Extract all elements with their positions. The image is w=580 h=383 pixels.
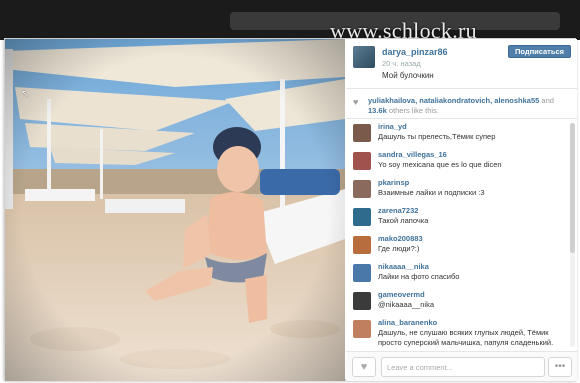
post-caption: Мой булочкин [382, 71, 434, 80]
likes-rest-label: others like this. [388, 106, 439, 115]
comment-item: sandra_villegas_16 Yo soy mexicana que e… [346, 149, 568, 177]
comments-scrollbar[interactable] [570, 123, 575, 347]
comment-username[interactable]: irina_yd [378, 122, 407, 131]
browser-top-bar: www.schlock.ru [0, 0, 580, 43]
screenshot-frame: www.schlock.ru ↖ darya_pinzar86 20 ч. на… [0, 0, 580, 383]
comment-username[interactable]: nikaaaa__nika [378, 262, 429, 271]
comment-username[interactable]: gameovermd [378, 290, 425, 299]
likes-summary: ♥ yuliakhailova, nataliakondratovich, al… [346, 89, 577, 119]
comment-avatar[interactable] [353, 208, 371, 226]
likers-text: yuliakhailova, nataliakondratovich, alen… [368, 96, 573, 116]
like-button[interactable]: ♥ [352, 357, 376, 377]
comment-footer: ♥ ••• [346, 351, 577, 381]
comment-username[interactable]: pkarinsp [378, 178, 409, 187]
comment-username[interactable]: zarena7232 [378, 206, 418, 215]
comment-text: Где люди?:) [378, 244, 420, 253]
comment-avatar[interactable] [353, 320, 371, 338]
comment-text: @nikaaaa__nika [378, 300, 434, 309]
comment-username[interactable]: alina_baranenko [378, 318, 437, 327]
post-header: darya_pinzar86 20 ч. назад Мой булочкин … [346, 39, 577, 89]
likes-and-label: and [541, 96, 554, 105]
follow-button[interactable]: Подписаться [507, 45, 571, 58]
post-side-panel: darya_pinzar86 20 ч. назад Мой булочкин … [346, 39, 577, 381]
mouse-cursor-icon: ↖ [21, 89, 30, 100]
comment-avatar[interactable] [353, 236, 371, 254]
comment-avatar[interactable] [353, 264, 371, 282]
comment-item: gameovermd @nikaaaa__nika [346, 289, 568, 317]
heart-icon: ♥ [353, 97, 359, 107]
comment-avatar[interactable] [353, 180, 371, 198]
comment-text: Такой лапочка [378, 216, 429, 225]
photo-modal: ↖ darya_pinzar86 20 ч. назад Мой булочки… [4, 38, 577, 381]
comment-avatar[interactable] [353, 124, 371, 142]
comment-text: Yo soy mexicana que es lo que dicen [378, 160, 502, 169]
beach-photo-image [5, 39, 345, 381]
liker-names[interactable]: yuliakhailova, nataliakondratovich, alen… [368, 96, 539, 105]
comment-item: mako200883 Где люди?:) [346, 233, 568, 261]
comment-avatar[interactable] [353, 292, 371, 310]
comment-avatar[interactable] [353, 152, 371, 170]
post-username[interactable]: darya_pinzar86 [382, 47, 448, 57]
likes-count[interactable]: 13.6k [368, 106, 387, 115]
comment-item: nikaaaa__nika Лайки на фото спасибо [346, 261, 568, 289]
comment-text: Дашуль, не слушаю всяких глупых людей, Т… [378, 328, 554, 349]
post-time: 20 ч. назад [382, 59, 421, 68]
comment-text: Лайки на фото спасибо [378, 272, 460, 281]
avatar[interactable] [353, 46, 375, 68]
comment-text: Взаимные лайки и подписки :3 [378, 188, 485, 197]
comment-item: zarena7232 Такой лапочка [346, 205, 568, 233]
comment-item: pkarinsp Взаимные лайки и подписки :3 [346, 177, 568, 205]
comment-item: irina_yd Дашуль ты прелесть,Тёмик супер [346, 121, 568, 149]
comment-username[interactable]: mako200883 [378, 234, 423, 243]
post-photo[interactable]: ↖ [5, 39, 345, 381]
comment-item: alina_baranenko Дашуль, не слушаю всяких… [346, 317, 568, 349]
comments-list[interactable]: irina_yd Дашуль ты прелесть,Тёмик супер … [346, 121, 568, 349]
scrollbar-thumb[interactable] [570, 123, 575, 253]
comment-username[interactable]: sandra_villegas_16 [378, 150, 447, 159]
comment-input[interactable] [381, 357, 545, 377]
more-options-button[interactable]: ••• [548, 357, 572, 377]
comment-text: Дашуль ты прелесть,Тёмик супер [378, 132, 496, 141]
